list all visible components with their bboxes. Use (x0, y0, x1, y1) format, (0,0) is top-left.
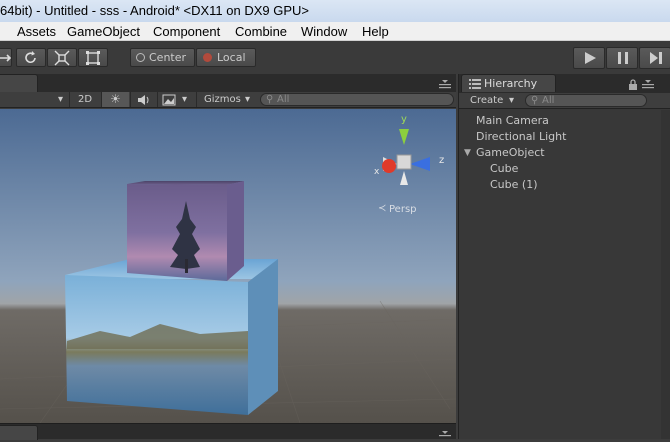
gizmo-x-axis (382, 159, 396, 173)
pause-button[interactable] (606, 47, 638, 69)
window-title: 64bit) - Untitled - sss - Android* <DX11… (0, 3, 310, 18)
cube-bottom-side (248, 259, 278, 415)
hierarchy-toolbar: Create ▾ ⚲ All (459, 93, 670, 109)
scene-viewport[interactable]: y x z ≺ Persp (0, 109, 456, 423)
hierarchy-scrollbar[interactable] (661, 110, 670, 439)
tab-scene[interactable] (0, 74, 38, 92)
mode-2d-button[interactable]: 2D (69, 92, 100, 107)
pivot-local-label: Local (217, 51, 246, 64)
scene-render (0, 109, 456, 423)
rotate-tool-button[interactable] (16, 48, 46, 67)
rect-tool-icon (86, 51, 100, 65)
create-label: Create (470, 95, 504, 106)
main-toolbar: Center Local (0, 41, 670, 74)
effects-dropdown-arrow: ▾ (182, 94, 188, 105)
audio-toggle[interactable] (130, 92, 156, 107)
persp-arrow-icon: ≺ (378, 203, 387, 214)
lighting-toggle[interactable]: ☀ (101, 92, 129, 107)
scale-icon (54, 50, 70, 66)
hierarchy-search-input[interactable]: ⚲ All (525, 94, 647, 107)
hierarchy-tab-label: Hierarchy (484, 77, 538, 90)
rect-tool-button[interactable] (78, 48, 108, 67)
hierarchy-item-gameobject[interactable]: GameObject (476, 146, 545, 160)
menu-window[interactable]: Window (301, 24, 347, 39)
scene-tab-row (0, 74, 456, 92)
scene-search-placeholder: All (277, 94, 290, 105)
menu-assets[interactable]: Assets (17, 24, 56, 39)
scene-view-controls: ▾ 2D ☀ ▾ Gizmos ▾ ⚲ All (0, 92, 456, 108)
hierarchy-item-cube-1[interactable]: Cube (1) (490, 178, 537, 192)
play-icon (585, 52, 596, 64)
pivot-icon (136, 53, 145, 62)
move-tool-button[interactable] (0, 48, 12, 67)
gizmo-y-label: y (401, 114, 407, 125)
hierarchy-item-cube[interactable]: Cube (490, 162, 518, 176)
menu-component[interactable]: Component (153, 24, 220, 39)
bottom-panel-menu-icon[interactable] (438, 430, 452, 442)
effects-dropdown[interactable]: ▾ (157, 92, 193, 107)
step-icon (650, 52, 662, 64)
move-icon (0, 54, 12, 62)
hierarchy-panel: Hierarchy Create ▾ ⚲ All Main Camera Dir… (458, 74, 670, 439)
mode-2d-label: 2D (78, 94, 93, 105)
tab-project[interactable] (0, 425, 38, 440)
menu-bar: Assets GameObject Component Combine Wind… (0, 22, 670, 41)
scene-search-input[interactable]: ⚲ All (260, 93, 454, 106)
hierarchy-menu-icon[interactable] (641, 79, 655, 91)
pause-icon (618, 52, 628, 64)
hierarchy-tab-row: Hierarchy (459, 74, 670, 93)
menu-help[interactable]: Help (362, 24, 389, 39)
play-button[interactable] (573, 47, 605, 69)
menu-combine[interactable]: Combine (235, 24, 287, 39)
pivot-center-label: Center (149, 51, 187, 64)
hierarchy-search-icon: ⚲ (531, 95, 539, 106)
tab-hierarchy[interactable]: Hierarchy (461, 74, 556, 92)
hierarchy-search-placeholder: All (542, 95, 555, 106)
gizmo-z-label: z (439, 155, 445, 166)
gizmos-dropdown[interactable]: Gizmos ▾ (196, 92, 258, 107)
step-button[interactable] (639, 47, 670, 69)
image-effects-icon (162, 94, 176, 106)
pivot-local-button[interactable]: Local (196, 48, 256, 67)
shading-dropdown-arrow[interactable]: ▾ (58, 93, 63, 107)
gizmos-label: Gizmos (204, 94, 241, 105)
scale-tool-button[interactable] (47, 48, 77, 67)
hierarchy-item-main-camera[interactable]: Main Camera (476, 114, 549, 128)
panel-menu-icon[interactable] (438, 79, 452, 91)
speaker-icon (138, 95, 149, 105)
hierarchy-list-icon (469, 79, 481, 89)
expand-arrow-icon[interactable]: ▼ (464, 146, 471, 160)
persp-label[interactable]: Persp (389, 204, 417, 215)
window-title-bar: 64bit) - Untitled - sss - Android* <DX11… (0, 0, 670, 22)
search-icon: ⚲ (266, 94, 274, 105)
gizmos-dropdown-arrow: ▾ (245, 94, 251, 105)
create-dropdown-arrow: ▾ (509, 95, 515, 106)
menu-gameobject[interactable]: GameObject (67, 24, 140, 39)
sun-icon: ☀ (110, 92, 121, 106)
bottom-panel-tab-row (0, 423, 456, 442)
create-dropdown[interactable]: Create ▾ (464, 93, 519, 108)
cube-top-side (227, 181, 244, 281)
local-globe-icon (203, 53, 212, 62)
lock-icon[interactable] (628, 79, 638, 90)
gizmo-x-label: x (374, 167, 380, 177)
pivot-center-button[interactable]: Center (130, 48, 195, 67)
rotate-icon (25, 51, 36, 64)
hierarchy-item-directional-light[interactable]: Directional Light (476, 130, 566, 144)
